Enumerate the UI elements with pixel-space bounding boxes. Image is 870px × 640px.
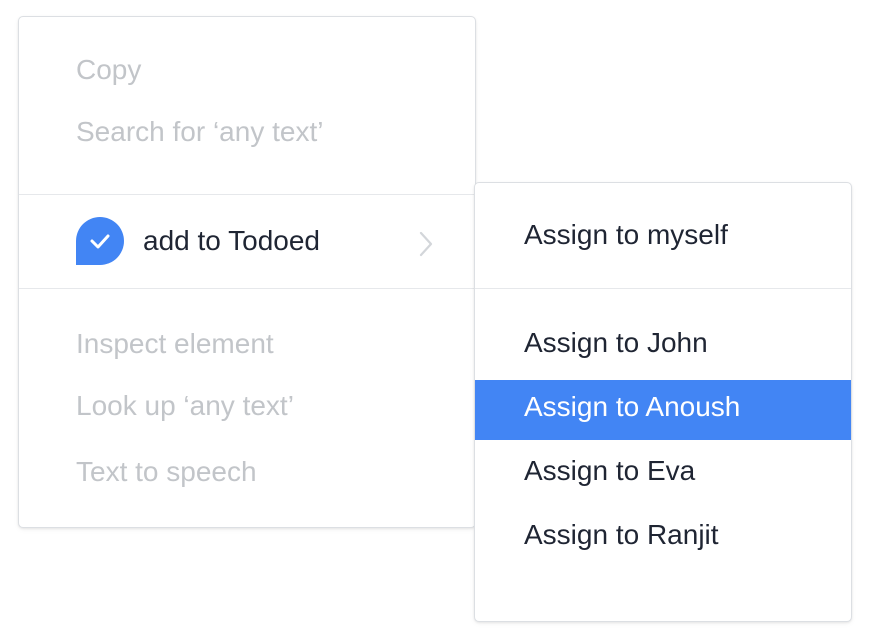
menu-item-text-to-speech-label: Text to speech xyxy=(76,456,257,487)
submenu-item-assign-myself[interactable]: Assign to myself xyxy=(475,218,851,252)
submenu-item-assign-eva[interactable]: Assign to Eva xyxy=(475,454,851,488)
submenu-item-label: Assign to Anoush xyxy=(524,391,741,422)
chevron-right-icon xyxy=(419,231,433,257)
menu-item-inspect-element[interactable]: Inspect element xyxy=(19,327,475,361)
menu-item-add-to-todoed[interactable]: add to Todoed xyxy=(19,195,475,289)
check-bubble-icon xyxy=(76,217,124,265)
screen: Copy Search for ‘any text’ add to Todoed… xyxy=(0,0,870,640)
menu-item-text-to-speech[interactable]: Text to speech xyxy=(19,455,475,489)
menu-item-look-up[interactable]: Look up ‘any text’ xyxy=(19,389,475,423)
menu-item-look-up-label: Look up ‘any text’ xyxy=(76,390,294,421)
assign-submenu: Assign to myself Assign to John Assign t… xyxy=(474,182,852,622)
submenu-item-assign-john[interactable]: Assign to John xyxy=(475,326,851,360)
menu-item-add-to-todoed-label: add to Todoed xyxy=(143,225,320,256)
menu-item-search-label: Search for ‘any text’ xyxy=(76,116,324,147)
menu-item-search[interactable]: Search for ‘any text’ xyxy=(19,115,475,149)
submenu-item-assign-anoush[interactable]: Assign to Anoush xyxy=(475,380,851,440)
menu-item-copy-label: Copy xyxy=(76,54,142,85)
context-menu: Copy Search for ‘any text’ add to Todoed… xyxy=(18,16,476,528)
menu-divider xyxy=(19,288,475,289)
menu-item-copy[interactable]: Copy xyxy=(19,53,475,87)
submenu-item-assign-ranjit[interactable]: Assign to Ranjit xyxy=(475,518,851,552)
submenu-item-label: Assign to Eva xyxy=(524,455,696,486)
menu-item-inspect-label: Inspect element xyxy=(76,328,274,359)
submenu-item-label: Assign to myself xyxy=(524,219,728,250)
submenu-item-label: Assign to John xyxy=(524,327,708,358)
submenu-divider xyxy=(475,288,851,289)
submenu-item-label: Assign to Ranjit xyxy=(524,519,719,550)
